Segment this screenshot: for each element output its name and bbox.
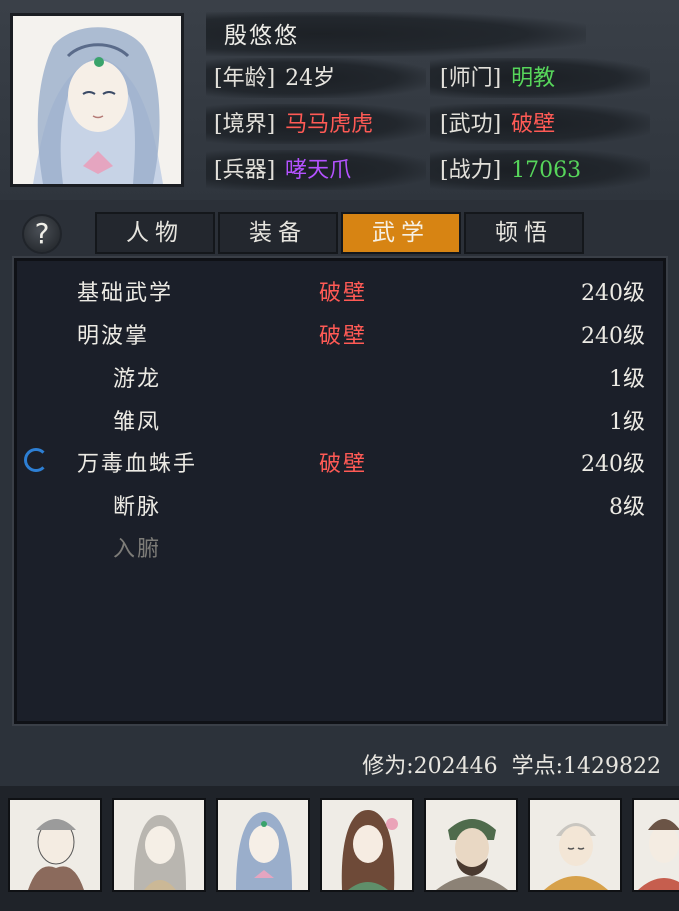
tab-character[interactable]: 人物: [95, 212, 215, 254]
footer-stats: 修为:202446 学点:1429822: [362, 748, 661, 780]
attr-weapon: [兵器] 哮天爪: [214, 154, 351, 188]
skill-status: 破壁: [319, 324, 368, 349]
skill-status: 破壁: [319, 452, 368, 477]
skill-name: 入腑: [113, 537, 162, 562]
attr-age-label: [年龄]: [214, 66, 276, 91]
skill-level: 8级: [609, 495, 645, 520]
skill-name: 明波掌: [77, 324, 150, 349]
attr-realm-label: [境界]: [214, 112, 276, 137]
skill-row[interactable]: 游龙 1级: [17, 355, 657, 397]
skill-level: 240级: [581, 281, 645, 306]
attr-age-value: 24岁: [285, 66, 336, 91]
loading-spinner-icon: [24, 448, 48, 472]
attr-power-label: [战力]: [440, 158, 502, 183]
attr-sect: [师门] 明教: [440, 62, 555, 96]
attr-weapon-value: 哮天爪: [285, 158, 352, 183]
skill-row[interactable]: 万毒血蛛手 破壁 240级: [17, 440, 657, 482]
roster-portrait[interactable]: [320, 798, 414, 892]
attr-kungfu-value: 破壁: [511, 112, 556, 137]
roster-portrait[interactable]: [216, 798, 310, 892]
question-icon[interactable]: ?: [22, 214, 62, 254]
study-points-value: 学点:1429822: [511, 754, 661, 779]
roster-portrait[interactable]: [112, 798, 206, 892]
attr-weapon-label: [兵器]: [214, 158, 276, 183]
skill-row[interactable]: 基础武学 破壁 240级: [17, 269, 657, 311]
roster-portrait[interactable]: [8, 798, 102, 892]
skill-name: 雏凤: [113, 410, 162, 435]
attr-sect-label: [师门]: [440, 66, 502, 91]
attr-realm: [境界] 马马虎虎: [214, 108, 373, 142]
skill-row[interactable]: 入腑: [17, 525, 657, 567]
attr-power: [战力] 17063: [440, 154, 581, 188]
skill-row[interactable]: 断脉 8级: [17, 483, 657, 525]
roster-portrait[interactable]: [424, 798, 518, 892]
tab-enlightenment[interactable]: 顿悟: [464, 212, 584, 254]
skill-name: 断脉: [113, 495, 162, 520]
character-portrait: [10, 13, 184, 187]
skill-row[interactable]: 明波掌 破壁 240级: [17, 312, 657, 354]
skill-level: 1级: [609, 367, 645, 392]
attr-age: [年龄] 24岁: [214, 62, 335, 96]
skill-level: 240级: [581, 324, 645, 349]
skill-level: 240级: [581, 452, 645, 477]
skill-name: 基础武学: [77, 281, 174, 306]
skill-name: 游龙: [113, 367, 162, 392]
roster-portrait[interactable]: [528, 798, 622, 892]
skill-row[interactable]: 雏凤 1级: [17, 398, 657, 440]
cultivation-value: 修为:202446: [362, 754, 498, 779]
skill-status: 破壁: [319, 281, 368, 306]
skill-name: 万毒血蛛手: [77, 452, 198, 477]
attr-kungfu: [武功] 破壁: [440, 108, 555, 142]
character-name: 殷悠悠: [224, 23, 299, 49]
attr-sect-value: 明教: [511, 66, 556, 91]
tab-equipment[interactable]: 装备: [218, 212, 338, 254]
attr-power-value: 17063: [511, 158, 582, 183]
attr-kungfu-label: [武功]: [440, 112, 502, 137]
tab-martial-arts[interactable]: 武学: [341, 212, 461, 254]
skill-level: 1级: [609, 410, 645, 435]
attr-realm-value: 马马虎虎: [285, 112, 374, 137]
skills-panel: 基础武学 破壁 240级 明波掌 破壁 240级 游龙 1级 雏凤 1级 万毒血…: [14, 258, 666, 724]
roster-portrait[interactable]: [632, 798, 679, 892]
